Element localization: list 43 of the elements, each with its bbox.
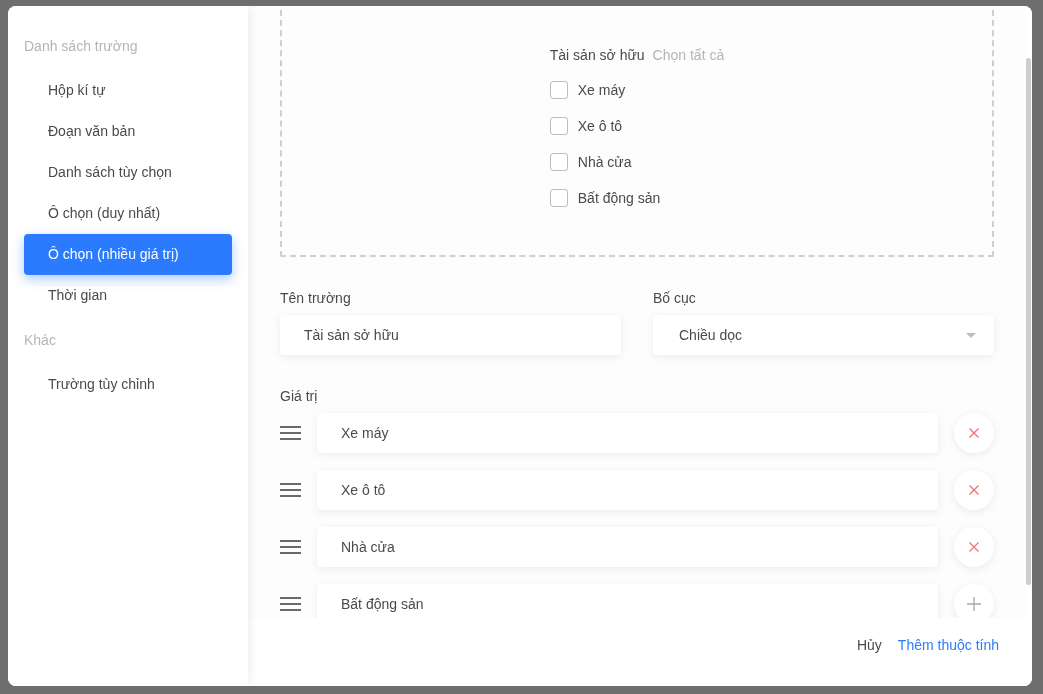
sidebar-item[interactable]: Đoạn văn bản bbox=[24, 111, 232, 152]
values-label: Giá trị bbox=[280, 387, 319, 406]
value-input[interactable]: Bất động sản bbox=[317, 584, 938, 618]
sidebar-item[interactable]: Ô chọn (nhiều giá trị) bbox=[24, 234, 232, 275]
checkbox-label: Bất động sản bbox=[577, 189, 661, 208]
close-icon bbox=[969, 428, 979, 438]
value-input[interactable]: Nhà cửa bbox=[317, 527, 938, 567]
sidebar-item[interactable]: Hộp kí tự bbox=[24, 70, 232, 111]
plus-icon bbox=[967, 597, 981, 611]
checkbox[interactable] bbox=[549, 81, 568, 99]
drag-handle-icon[interactable] bbox=[280, 426, 301, 440]
checkbox-label: Xe máy bbox=[577, 81, 626, 100]
field-label: Tài sản sở hữu bbox=[549, 46, 645, 65]
sidebar-item[interactable]: Trường tùy chỉnh bbox=[24, 364, 232, 405]
sidebar-item[interactable]: Ô chọn (duy nhất) bbox=[24, 193, 232, 234]
section-heading: Danh sách trường bbox=[24, 37, 139, 56]
value-input[interactable]: Xe máy bbox=[317, 413, 938, 453]
remove-button[interactable] bbox=[954, 470, 994, 510]
field-label: Bố cục bbox=[653, 289, 697, 308]
drag-handle-icon[interactable] bbox=[280, 597, 301, 611]
layout-select[interactable]: Chiều dọc bbox=[653, 315, 994, 355]
sidebar-item[interactable]: Thời gian bbox=[24, 275, 232, 316]
checkbox[interactable] bbox=[549, 153, 568, 171]
checkbox-label: Nhà cửa bbox=[577, 153, 632, 172]
close-icon bbox=[969, 542, 979, 552]
checkbox[interactable] bbox=[549, 189, 568, 207]
value-input[interactable]: Xe ô tô bbox=[317, 470, 938, 510]
caret-down-icon bbox=[966, 332, 976, 338]
sidebar-item[interactable]: Danh sách tùy chọn bbox=[24, 152, 232, 193]
drag-handle-icon[interactable] bbox=[280, 483, 301, 497]
scrollbar-thumb[interactable] bbox=[1026, 58, 1031, 585]
field-label: Tên trường bbox=[280, 289, 352, 308]
add-attribute-button[interactable]: Thêm thuộc tính bbox=[889, 631, 1007, 659]
close-icon bbox=[969, 485, 979, 495]
drag-handle-icon[interactable] bbox=[280, 540, 301, 554]
checkbox-label: Xe ô tô bbox=[577, 117, 623, 136]
cancel-button[interactable]: Hủy bbox=[848, 631, 890, 659]
remove-button[interactable] bbox=[954, 413, 994, 453]
section-heading: Khác bbox=[24, 331, 57, 350]
name-input[interactable]: Tài sản sở hữu bbox=[280, 315, 621, 355]
checkbox[interactable] bbox=[549, 117, 568, 135]
add-button[interactable] bbox=[954, 584, 994, 618]
remove-button[interactable] bbox=[954, 527, 994, 567]
